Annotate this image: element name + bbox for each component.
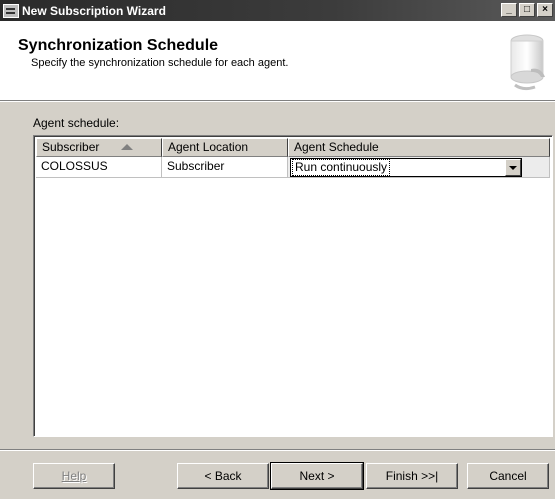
cell-subscriber: COLOSSUS xyxy=(36,157,162,178)
finish-button-label: Finish >>| xyxy=(385,469,439,483)
agent-schedule-grid[interactable]: Subscriber Agent Location Agent Schedule… xyxy=(33,135,553,437)
back-button-label: < Back xyxy=(204,469,242,483)
wizard-header: Synchronization Schedule Specify the syn… xyxy=(0,21,555,101)
back-button[interactable]: < Back xyxy=(177,463,269,489)
header-divider xyxy=(0,101,555,103)
chevron-down-icon[interactable] xyxy=(505,159,521,176)
sort-ascending-icon xyxy=(121,144,133,150)
column-header-label: Agent Location xyxy=(168,140,249,154)
help-button[interactable]: Help xyxy=(33,463,115,489)
agent-schedule-select[interactable]: Run continuously xyxy=(290,158,522,177)
title-bar: New Subscription Wizard _ □ × xyxy=(0,0,555,21)
next-button[interactable]: Next > xyxy=(270,462,364,490)
maximize-button[interactable]: □ xyxy=(519,3,535,17)
page-subtitle: Specify the synchronization schedule for… xyxy=(31,57,289,69)
window-controls: _ □ × xyxy=(501,3,555,17)
cell-agent-location: Subscriber xyxy=(162,157,288,178)
footer-divider xyxy=(0,449,555,451)
app-icon xyxy=(3,3,19,18)
minimize-button[interactable]: _ xyxy=(501,3,517,17)
table-row[interactable]: COLOSSUS Subscriber Run continuously xyxy=(36,157,550,178)
cell-agent-schedule: Run continuously xyxy=(288,157,550,178)
cancel-button-label: Cancel xyxy=(489,469,527,483)
column-header-label: Agent Schedule xyxy=(294,140,379,154)
page-title: Synchronization Schedule xyxy=(18,37,219,54)
wizard-graphic-icon xyxy=(510,34,545,91)
column-header-agent-schedule[interactable]: Agent Schedule xyxy=(288,138,550,157)
agent-schedule-value: Run continuously xyxy=(291,159,391,176)
column-header-agent-location[interactable]: Agent Location xyxy=(162,138,288,157)
next-button-label: Next > xyxy=(299,469,335,483)
close-button[interactable]: × xyxy=(537,3,553,17)
window-title: New Subscription Wizard xyxy=(22,3,166,18)
cancel-button[interactable]: Cancel xyxy=(467,463,549,489)
agent-schedule-label: Agent schedule: xyxy=(33,116,120,130)
finish-button[interactable]: Finish >>| xyxy=(366,463,458,489)
grid-header: Subscriber Agent Location Agent Schedule xyxy=(36,138,550,157)
column-header-subscriber[interactable]: Subscriber xyxy=(36,138,162,157)
column-header-label: Subscriber xyxy=(42,140,100,154)
help-button-label: Help xyxy=(61,469,87,483)
